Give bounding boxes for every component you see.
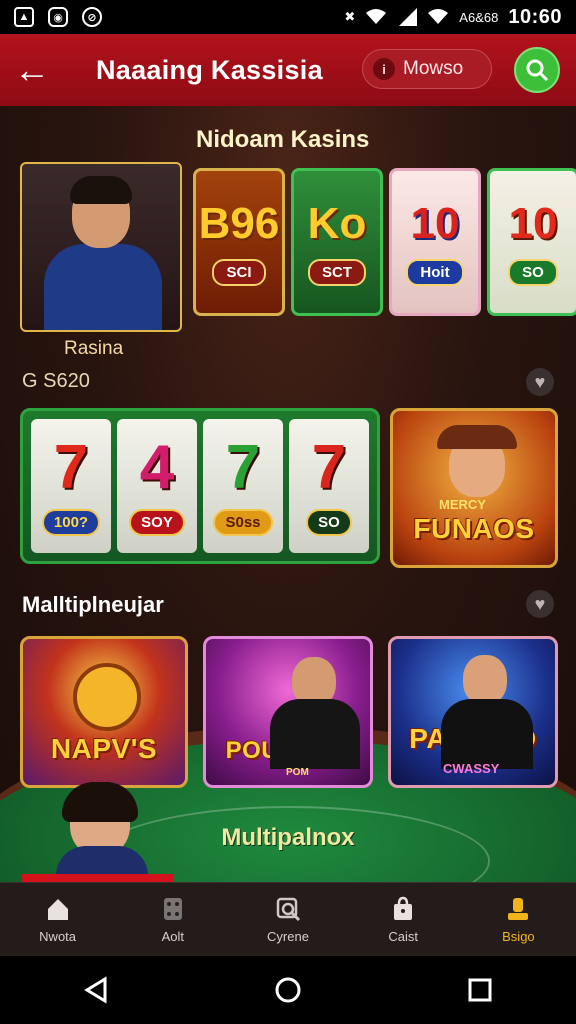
host-body	[44, 244, 162, 330]
multiplayer-tile-1-title: NAPV'S	[50, 733, 158, 764]
wifi-icon-2	[428, 9, 449, 24]
nav-profile[interactable]: Bsigo	[461, 883, 576, 956]
info-pill-button[interactable]: i Mowso	[362, 49, 492, 89]
multiplayer-section-title: Malltiplneujar	[22, 592, 164, 617]
app-title: Naaaing Kassisia	[96, 54, 323, 85]
info-icon: i	[373, 58, 395, 80]
promo-subtitle: MERCY	[439, 497, 486, 512]
bag-icon	[394, 896, 413, 920]
reel-4: 7 SO	[289, 419, 369, 553]
system-nav-bar	[0, 956, 576, 1024]
nav-dice-label: Aolt	[161, 929, 184, 944]
clock: 10:60	[508, 5, 562, 28]
reel-1-tag: 100?	[41, 508, 101, 536]
back-triangle-icon[interactable]	[81, 975, 111, 1005]
host-card[interactable]	[20, 162, 182, 332]
reel-4-tag: SO	[306, 508, 352, 536]
home-circle-icon[interactable]	[273, 975, 303, 1005]
promo-hat	[437, 425, 517, 449]
reel-2-tag: SOY	[129, 508, 185, 536]
game-card-1[interactable]: B96 SCI	[193, 168, 285, 316]
sync-icon: ⊘	[82, 7, 102, 27]
game-card-3-title: 10	[410, 198, 460, 248]
home-icon	[47, 899, 68, 920]
search-icon	[526, 59, 549, 82]
reel-3: 7 S0ss	[203, 419, 283, 553]
search-action-button[interactable]	[514, 47, 560, 93]
nav-home-label: Nwota	[39, 929, 77, 944]
multiplayer-tile-2-sub: POM	[286, 767, 309, 778]
reel-4-symbol: 7	[311, 432, 347, 502]
favorite-heart-icon-2[interactable]: ♥	[526, 590, 554, 618]
casino-lobby: Nidoam Kasins Rasina B96 SCI Ko SCT 10 H…	[0, 106, 576, 882]
game-card-3[interactable]: 10 Hoit	[389, 168, 481, 316]
game-card-3-chip: Hoit	[406, 258, 464, 286]
back-arrow-icon[interactable]: ←	[14, 52, 58, 88]
nav-search[interactable]: Cyrene	[230, 883, 345, 956]
mute-icon: ✖	[344, 9, 356, 24]
dice-icon	[163, 898, 182, 920]
promo-progress-bar	[22, 874, 174, 882]
game-card-4-title: 10	[508, 198, 558, 248]
nav-dice[interactable]: Aolt	[115, 883, 230, 956]
balance-value: S620	[43, 370, 90, 392]
app-bar: ← Naaaing Kassisia i Mowso	[0, 34, 576, 106]
carrier-label: A6&68	[459, 9, 499, 25]
multiplayer-footer-label: Multipalnox	[221, 824, 355, 851]
nav-bag-label: Caist	[388, 929, 419, 944]
coin-icon: G	[22, 370, 44, 392]
nav-search-label: Cyrene	[267, 929, 309, 944]
reel-1: 7 100?	[31, 419, 111, 553]
gold-wheel	[73, 663, 141, 731]
dealer-body	[270, 699, 360, 769]
game-card-1-title: B96	[198, 198, 280, 248]
balance-display: G S620	[22, 370, 90, 393]
pill-label: Mowso	[403, 58, 464, 79]
player-face	[463, 655, 507, 705]
recents-square-icon[interactable]	[465, 975, 495, 1005]
reel-2-symbol: 4	[139, 432, 175, 502]
multiplayer-tile-2[interactable]: POURENO POM	[203, 636, 373, 788]
featured-section-title: Nidoam Kasins	[196, 126, 370, 153]
status-bar: ▲ ◉ ⊘ ✖ A6&68 10:60	[0, 0, 576, 34]
reel-3-symbol: 7	[225, 432, 261, 502]
search-icon-nav	[276, 897, 301, 922]
reel-3-tag: S0ss	[213, 508, 273, 536]
favorite-heart-icon[interactable]: ♥	[526, 368, 554, 396]
wifi-icon	[366, 9, 387, 24]
host-hair	[70, 176, 132, 204]
slot-machine-card[interactable]: 7 100? 4 SOY 7 S0ss 7 SO	[20, 408, 380, 564]
game-card-2-title: Ko	[307, 198, 367, 248]
game-card-1-chip: SCI	[212, 258, 266, 286]
instagram-icon: ◉	[48, 7, 68, 27]
image-icon: ▲	[14, 7, 34, 27]
promo-title: FUNAOS	[413, 513, 535, 544]
nav-profile-label: Bsigo	[502, 929, 535, 944]
reel-2: 4 SOY	[117, 419, 197, 553]
player-body	[441, 699, 533, 769]
nav-bag[interactable]: Caist	[346, 883, 461, 956]
game-card-4[interactable]: 10 SO	[487, 168, 576, 316]
profile-icon	[508, 898, 529, 920]
host-label: Rasina	[64, 338, 124, 359]
game-card-2-chip: SCT	[308, 258, 366, 286]
nav-home[interactable]: Nwota	[0, 883, 115, 956]
promo-tile-funaos[interactable]: MERCY FUNAOS	[390, 408, 558, 568]
signal-icon	[399, 8, 418, 26]
reel-1-symbol: 7	[53, 432, 89, 502]
multiplayer-tile-1[interactable]: NAPV'S	[20, 636, 188, 788]
multiplayer-tile-3-sub: CWASSY	[443, 761, 500, 776]
bottom-nav: Nwota Aolt Cyrene Caist Bsigo	[0, 882, 576, 956]
game-card-4-chip: SO	[508, 258, 558, 286]
multiplayer-tile-3[interactable]: PASSICO CWASSY	[388, 636, 558, 788]
game-card-2[interactable]: Ko SCT	[291, 168, 383, 316]
